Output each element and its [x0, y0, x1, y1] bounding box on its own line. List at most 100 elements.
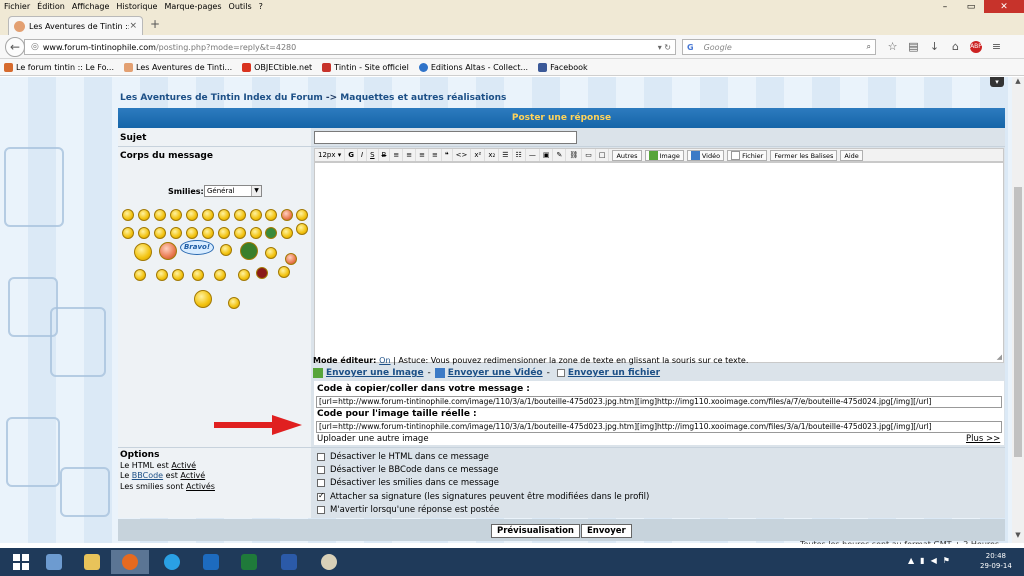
underline-button[interactable]: S [367, 149, 379, 161]
vertical-scrollbar[interactable]: ▲ ▼ [1012, 77, 1024, 543]
flag-icon[interactable]: ⚑ [943, 556, 950, 565]
home-icon[interactable]: ⌂ [945, 40, 966, 54]
insert-image-icon[interactable]: ▣ [540, 149, 554, 161]
smiley-icon[interactable] [285, 253, 297, 265]
upload-image-link[interactable]: Envoyer une Image [326, 368, 424, 378]
smiley-icon[interactable] [159, 242, 177, 260]
smiley-icon[interactable] [186, 209, 198, 221]
tray-chevron-icon[interactable]: ▲ [908, 556, 914, 565]
code-input-1[interactable]: [url=http://www.forum-tintinophile.com/i… [316, 396, 1002, 408]
code-input-2[interactable]: [url=http://www.forum-tintinophile.com/i… [316, 421, 1002, 433]
bravo-smiley-icon[interactable]: Bravo! [180, 240, 214, 255]
taskbar-word[interactable] [270, 550, 308, 574]
option-attach-signature[interactable]: Attacher sa signature (les signatures pe… [317, 491, 649, 502]
horizontal-rule-icon[interactable]: — [526, 149, 540, 161]
subscript-icon[interactable]: x₂ [485, 149, 500, 161]
breadcrumb-forum-index[interactable]: Les Aventures de Tintin Index du Forum [120, 93, 323, 103]
bookmark-star-icon[interactable]: ☆ [882, 40, 903, 54]
tab-close-icon[interactable]: × [129, 21, 137, 31]
upload-another-image-link[interactable]: Uploader une autre image [317, 434, 429, 444]
volume-icon[interactable]: ◀ [931, 556, 937, 565]
smiley-icon[interactable] [202, 227, 214, 239]
align-left-icon[interactable]: ≡ [390, 149, 404, 161]
close-tags-button[interactable]: Fermer les Balises [770, 149, 838, 161]
send-button[interactable]: Envoyer [581, 524, 632, 538]
taskbar-outlook[interactable] [192, 550, 230, 574]
menu-edition[interactable]: Édition [37, 2, 65, 11]
smiley-icon[interactable] [296, 209, 308, 221]
code-icon[interactable]: <> [453, 149, 472, 161]
adblock-icon[interactable]: ABP [970, 41, 982, 53]
maximize-icon[interactable]: ▭ [958, 0, 984, 13]
link-icon[interactable]: ⛓ [566, 149, 583, 161]
menu-help[interactable]: ? [259, 2, 263, 11]
smiley-icon[interactable] [218, 209, 230, 221]
minimize-icon[interactable]: – [932, 0, 958, 13]
smiley-icon[interactable] [186, 227, 198, 239]
reading-list-icon[interactable]: ▤ [903, 40, 924, 54]
taskbar-ie[interactable] [153, 550, 191, 574]
mode-on-link[interactable]: On [379, 356, 390, 365]
option-notify-reply[interactable]: M'avertir lorsqu'une réponse est postée [317, 505, 499, 515]
smiley-icon[interactable] [265, 247, 277, 259]
checkbox[interactable] [317, 453, 325, 461]
back-button[interactable]: ← [5, 37, 25, 57]
smiley-icon[interactable] [156, 269, 168, 281]
reload-icon[interactable]: ▾ ↻ [658, 43, 671, 52]
smiley-icon[interactable] [170, 209, 182, 221]
taskbar-clock[interactable]: 20:48 29-09-14 [980, 551, 1012, 571]
scroll-up-icon[interactable]: ▲ [1012, 77, 1024, 89]
upload-video-link[interactable]: Envoyer une Vidéo [448, 368, 543, 378]
menu-affichage[interactable]: Affichage [72, 2, 110, 11]
hamburger-menu-icon[interactable]: ≡ [986, 40, 1007, 54]
taskbar-explorer[interactable] [73, 550, 111, 574]
bullet-list-icon[interactable]: ☰ [499, 149, 513, 161]
file-button[interactable]: Fichier [727, 149, 768, 161]
smiley-icon[interactable] [234, 227, 246, 239]
scrollbar-thumb[interactable] [1014, 187, 1022, 457]
option-disable-smilies[interactable]: Désactiver les smilies dans ce message [317, 478, 499, 488]
menu-marque-pages[interactable]: Marque-pages [164, 2, 221, 11]
smiley-icon[interactable] [154, 209, 166, 221]
italic-button[interactable]: I [358, 149, 368, 161]
smiley-icon[interactable] [122, 209, 134, 221]
smiley-icon[interactable] [250, 209, 262, 221]
menu-outils[interactable]: Outils [229, 2, 252, 11]
menu-historique[interactable]: Historique [116, 2, 157, 11]
network-icon[interactable]: ▮ [920, 556, 924, 565]
menu-fichier[interactable]: Fichier [4, 2, 30, 11]
smiley-icon[interactable] [170, 227, 182, 239]
smiley-icon[interactable] [218, 227, 230, 239]
video-icon[interactable]: ▭ [582, 149, 596, 161]
message-body-textarea[interactable]: ◢ [314, 162, 1004, 363]
turtle-smiley-icon[interactable] [240, 242, 258, 260]
smiley-icon[interactable] [238, 269, 250, 281]
font-size-select[interactable]: 12px ▾ [315, 149, 346, 161]
bookmark-item[interactable]: Les Aventures de Tinti... [124, 62, 232, 72]
smiley-icon[interactable] [214, 269, 226, 281]
bookmark-item[interactable]: Le forum tintin :: Le Fo... [4, 62, 114, 72]
smiley-icon[interactable] [134, 269, 146, 281]
subject-input[interactable] [314, 131, 577, 144]
image-button[interactable]: Image [644, 149, 684, 161]
smiley-icon[interactable] [234, 209, 246, 221]
new-tab-button[interactable]: + [150, 17, 160, 31]
smiley-icon[interactable] [281, 227, 293, 239]
video-button[interactable]: Vidéo [686, 149, 725, 161]
smiley-icon[interactable] [281, 209, 293, 221]
bookmark-item[interactable]: Editions Altas - Collect... [418, 62, 528, 72]
breadcrumb-subforum[interactable]: Maquettes et autres réalisations [340, 93, 506, 103]
smiley-icon[interactable] [220, 244, 232, 256]
option-disable-html[interactable]: Désactiver le HTML dans ce message [317, 452, 489, 462]
preview-button[interactable]: Prévisualisation [491, 524, 580, 538]
smiley-icon[interactable] [228, 297, 240, 309]
smiley-icon[interactable] [192, 269, 204, 281]
upload-file-link[interactable]: Envoyer un fichier [568, 368, 660, 378]
url-bar[interactable]: ◎ www.forum-tintinophile.com /posting.ph… [24, 39, 676, 55]
more-link[interactable]: Plus >> [966, 434, 1000, 444]
checkbox-checked[interactable] [317, 491, 325, 501]
superscript-icon[interactable]: x² [471, 149, 486, 161]
checkbox[interactable] [317, 466, 325, 474]
taskbar-desktop[interactable] [35, 550, 73, 574]
smiley-icon[interactable] [265, 209, 277, 221]
